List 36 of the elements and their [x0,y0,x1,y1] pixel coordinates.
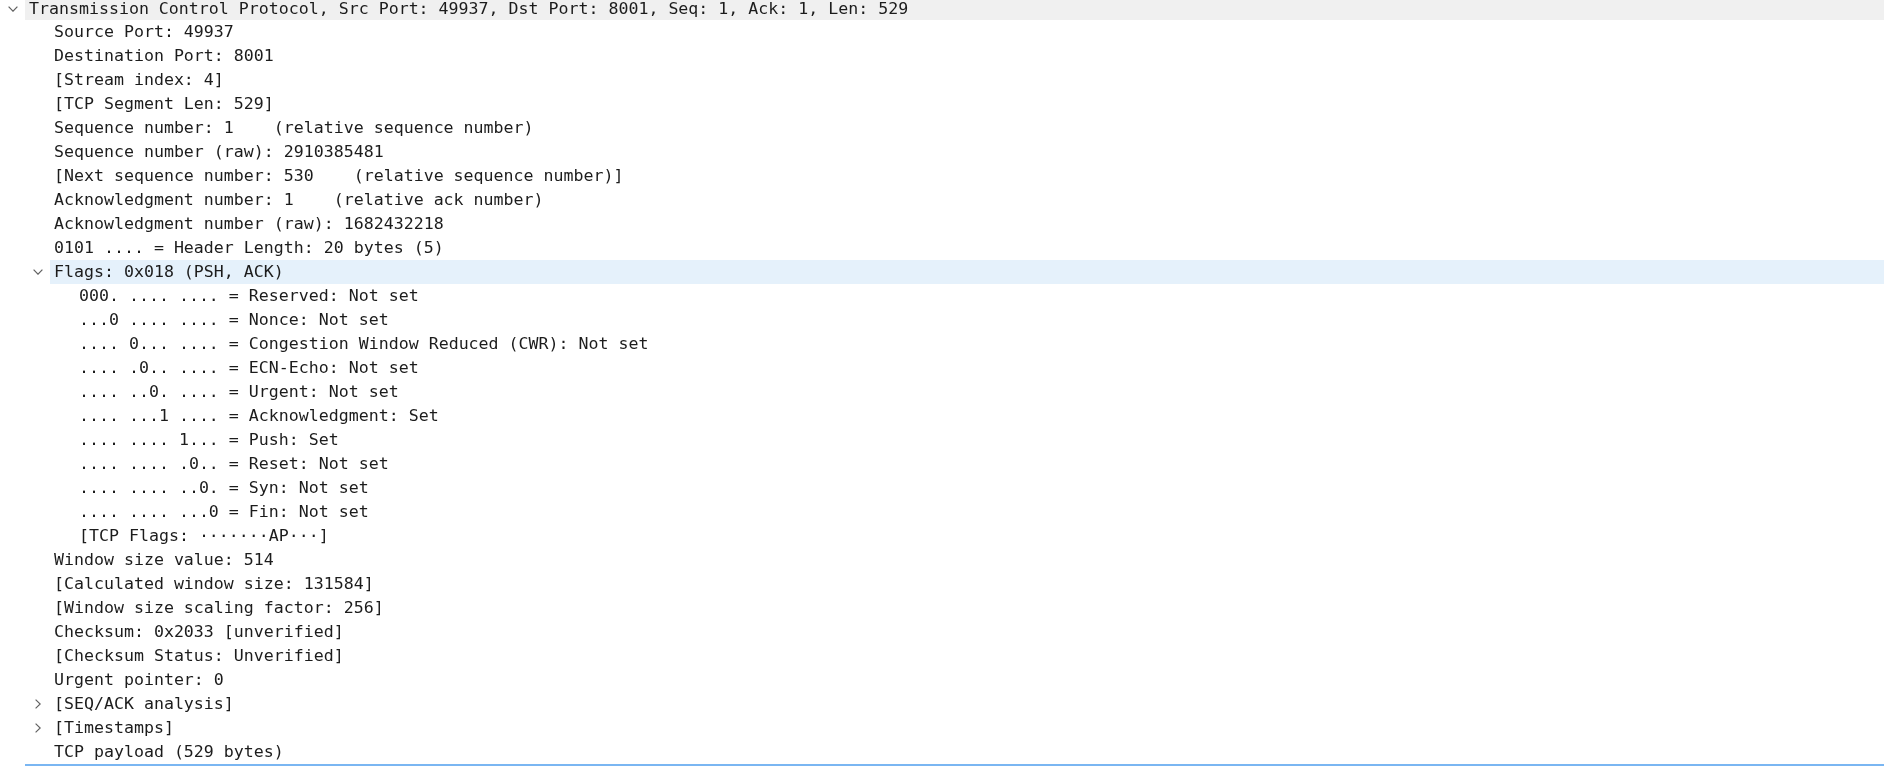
tree-item[interactable]: Source Port: 49937 [50,20,238,44]
tree-item[interactable]: Flags: 0x018 (PSH, ACK) [50,260,1884,284]
tree-item[interactable]: 000. .... .... = Reserved: Not set [75,284,423,308]
tree-item[interactable]: .... .... .0.. = Reset: Not set [75,452,393,476]
tree-item[interactable]: Destination Port: 8001 [50,44,278,68]
tree-item[interactable]: [TCP Flags: ·······AP···] [75,524,333,548]
tree-item[interactable]: [Checksum Status: Unverified] [50,644,348,668]
tree-item[interactable]: [Stream index: 4] [50,68,228,92]
chevron-down-icon[interactable] [7,5,18,12]
tree-item[interactable]: Checksum: 0x2033 [unverified] [50,620,348,644]
tree-item[interactable]: .... .... ..0. = Syn: Not set [75,476,373,500]
tree-item[interactable]: Sequence number (raw): 2910385481 [50,140,388,164]
tree-item[interactable]: Urgent pointer: 0 [50,668,228,692]
tree-item[interactable]: [TCP Segment Len: 529] [50,92,278,116]
tree-item[interactable]: Acknowledgment number (raw): 1682432218 [50,212,448,236]
tree-item[interactable]: .... .... 1... = Push: Set [75,428,343,452]
tree-item[interactable]: [Next sequence number: 530 (relative sequence number)] [50,164,628,188]
tree-item[interactable]: [Timestamps] [50,716,178,740]
chevron-down-icon[interactable] [32,269,43,275]
tree-item[interactable]: TCP payload (529 bytes) [50,740,288,764]
tree-item[interactable]: .... 0... .... = Congestion Window Reduced (CWR): Not set [75,332,653,356]
tree-item[interactable]: .... .0.. .... = ECN-Echo: Not set [75,356,423,380]
tree-item[interactable]: [Window size scaling factor: 256] [50,596,388,620]
tree-item[interactable]: [SEQ/ACK analysis] [50,692,238,716]
tree-item[interactable]: .... .... ...0 = Fin: Not set [75,500,373,524]
tree-item[interactable]: ...0 .... .... = Nonce: Not set [75,308,393,332]
tree-item[interactable]: Window size value: 514 [50,548,278,572]
protocol-header[interactable]: Transmission Control Protocol, Src Port: 49937, Dst Port: 8001, Seq: 1, Ack: 1, Len: 529 [25,0,1884,20]
tree-item[interactable]: [Calculated window size: 131584] [50,572,378,596]
chevron-right-icon[interactable] [34,699,41,709]
chevron-right-icon[interactable] [34,723,41,733]
tree-item[interactable]: .... ..0. .... = Urgent: Not set [75,380,403,404]
tree-item[interactable]: Sequence number: 1 (relative sequence number) [50,116,538,140]
tree-item[interactable]: .... ...1 .... = Acknowledgment: Set [75,404,443,428]
tree-item[interactable]: 0101 .... = Header Length: 20 bytes (5) [50,236,448,260]
tree-item[interactable]: Acknowledgment number: 1 (relative ack number) [50,188,548,212]
